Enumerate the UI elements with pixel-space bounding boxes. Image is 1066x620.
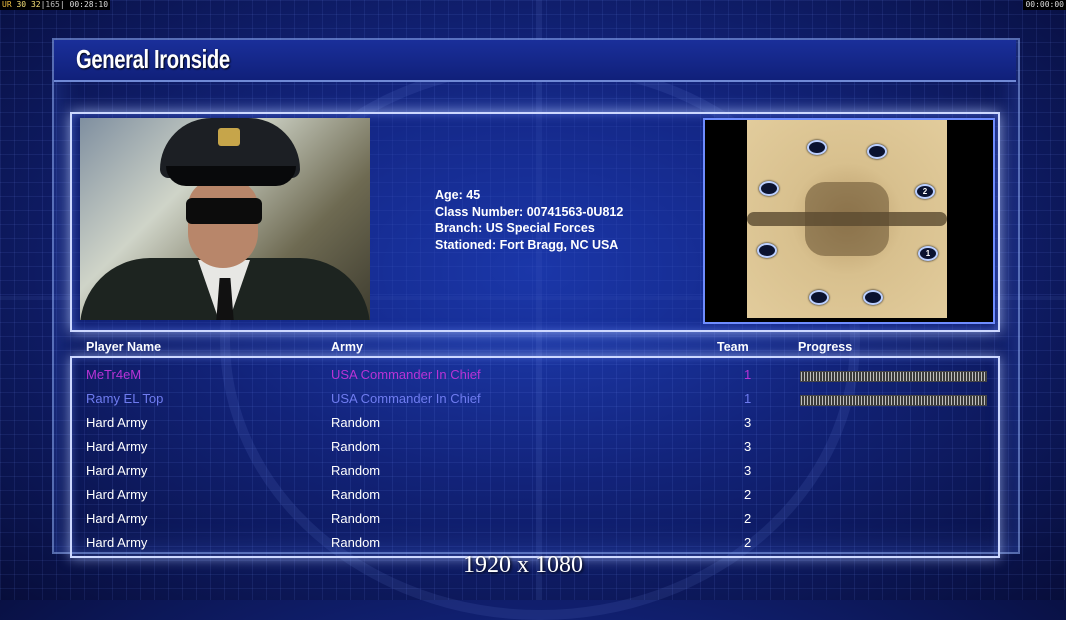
table-row: Hard Army Random 3 (72, 435, 998, 459)
bio-stationed: Stationed: Fort Bragg, NC USA (435, 237, 619, 252)
table-row: Hard Army Random 2 (72, 507, 998, 531)
general-title: General Ironside (76, 44, 230, 74)
spawn-point (807, 140, 827, 155)
player-army: Random (331, 463, 381, 478)
player-team: 1 (744, 391, 752, 406)
general-bio: Age: 45 Class Number: 00741563-0U812 Bra… (435, 187, 623, 253)
map-preview: 2 1 (747, 120, 947, 318)
player-team: 1 (744, 367, 752, 382)
table-row: Hard Army Random 2 (72, 483, 998, 507)
progress-bar (800, 395, 987, 406)
player-roster: MeTr4eM USA Commander In Chief 1 Ramy EL To… (70, 356, 1000, 558)
header-player-name: Player Name (86, 340, 162, 354)
map-river (747, 212, 947, 226)
player-name: Hard Army (86, 415, 148, 430)
player-team: 3 (744, 463, 752, 478)
player-army: USA Commander In Chief (331, 391, 481, 406)
player-name: Hard Army (86, 463, 148, 478)
hud-code-3: 32 (30, 0, 41, 9)
hud-elapsed-time: 00:28:10 (69, 0, 109, 9)
player-army: Random (331, 487, 381, 502)
spawn-point (867, 144, 887, 159)
player-army: Random (331, 535, 381, 550)
spawn-point (809, 290, 829, 305)
table-row: Hard Army Random 3 (72, 411, 998, 435)
hud-code-4: 165 (45, 0, 60, 9)
player-team: 3 (744, 439, 752, 454)
player-name: Hard Army (86, 511, 148, 526)
table-row: MeTr4eM USA Commander In Chief 1 (72, 363, 998, 387)
player-army: Random (331, 511, 381, 526)
header-army: Army (331, 340, 363, 354)
player-name: Hard Army (86, 487, 148, 502)
player-team: 2 (744, 487, 752, 502)
header-progress: Progress (798, 340, 853, 354)
spawn-point (757, 243, 777, 258)
spawn-point (759, 181, 779, 196)
header-team: Team (717, 340, 749, 354)
bio-age: Age: 45 (435, 188, 481, 202)
hud-code-2: 30 (16, 0, 27, 9)
bio-class-number: Class Number: 00741563-0U812 (435, 204, 624, 219)
general-portrait (80, 118, 370, 320)
player-army: Random (331, 415, 381, 430)
spawn-point (863, 290, 883, 305)
player-name: Hard Army (86, 535, 148, 550)
player-name: Hard Army (86, 439, 148, 454)
player-army: USA Commander In Chief (331, 367, 481, 382)
bio-branch: Branch: US Special Forces (435, 221, 595, 235)
hud-clock: 00:00:00 (1023, 0, 1066, 10)
table-row: Hard Army Random 3 (72, 459, 998, 483)
player-name: MeTr4eM (86, 367, 142, 382)
hud-stats: UR 30 32|165| 00:28:10 (0, 0, 111, 10)
resolution-label: 1920 x 1080 (463, 552, 583, 578)
progress-bar (800, 371, 987, 382)
spawn-point: 1 (918, 246, 938, 261)
player-team: 2 (744, 511, 752, 526)
player-team: 3 (744, 415, 752, 430)
spawn-point: 2 (915, 184, 935, 199)
hud-code-1: UR (2, 0, 12, 9)
player-army: Random (331, 439, 381, 454)
player-team: 2 (744, 535, 752, 550)
player-name: Ramy EL Top (86, 391, 164, 406)
table-row: Ramy EL Top USA Commander In Chief 1 (72, 387, 998, 411)
